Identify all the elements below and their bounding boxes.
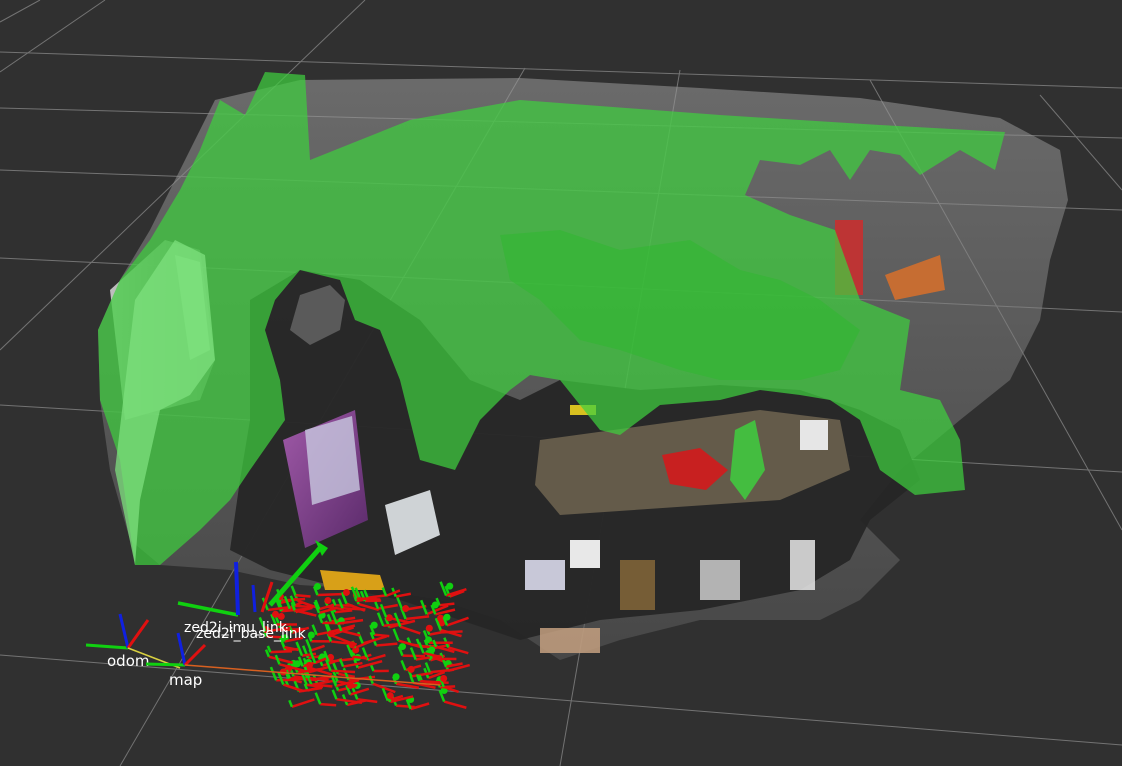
pose-marker	[398, 643, 406, 651]
pose-axis-y	[369, 664, 375, 672]
pose-axis-y	[400, 660, 407, 671]
pose-marker	[443, 613, 451, 621]
pose-axis-y	[337, 598, 344, 609]
pose-axis-x	[330, 669, 356, 674]
pose-marker	[402, 605, 410, 613]
pose-marker	[386, 692, 394, 700]
map-frame-label: map	[169, 671, 202, 689]
pose-marker	[392, 673, 400, 681]
pose-axis-y	[266, 645, 272, 653]
pose-axis-x	[295, 593, 311, 598]
pose-axis-y	[314, 692, 322, 705]
pose-axis-x	[405, 615, 430, 621]
pose-marker	[440, 674, 448, 682]
pose-marker	[327, 630, 335, 638]
pose-axis-x	[375, 642, 398, 647]
pose-axis-y	[392, 628, 400, 642]
pose-axis-x	[410, 671, 433, 678]
pose-axis-x	[310, 644, 325, 652]
pose-axis-x	[301, 652, 317, 657]
pose-marker	[307, 631, 315, 639]
pose-axis-y	[290, 585, 297, 596]
pose-axis-x	[294, 604, 314, 609]
zed-base-frame-label: zed2i_base_link	[196, 626, 307, 642]
pose-axis-y	[274, 654, 281, 665]
pose-axis-y	[331, 689, 338, 700]
pose-marker	[324, 596, 332, 604]
pose-marker	[428, 646, 436, 654]
pose-marker	[425, 624, 433, 632]
pose-axis-y	[374, 601, 380, 610]
pose-axis-x	[429, 668, 454, 674]
pose-axis-x	[270, 650, 293, 654]
pose-axis-y	[326, 613, 332, 622]
pose-axis-x	[356, 597, 381, 601]
pose-axis-y	[288, 699, 294, 708]
pose-axis-x	[374, 633, 390, 638]
pose-axis-y	[409, 647, 417, 661]
pose-axis-x	[443, 700, 467, 709]
odom-frame-label: odom	[107, 652, 150, 670]
pose-marker	[272, 610, 280, 618]
pose-axis-x	[396, 704, 415, 709]
pose-marker	[370, 621, 378, 629]
pose-axis-x	[268, 655, 293, 664]
pose-axis-x	[383, 623, 399, 628]
pose-axis-x	[298, 686, 323, 693]
pose-axis-x	[439, 602, 455, 607]
pose-marker	[314, 582, 322, 590]
pose-axis-x	[399, 625, 421, 635]
pose-axis-y	[376, 612, 385, 627]
pose-axis-x	[317, 592, 342, 597]
pose-marker	[431, 601, 439, 609]
scene-canvas[interactable]: odom map zed2i_imu_link zed2i_base_link	[0, 0, 1122, 766]
pose-marker	[342, 588, 350, 596]
3d-render-viewport[interactable]: odom map zed2i_imu_link zed2i_base_link	[0, 0, 1122, 766]
pose-axis-x	[294, 609, 317, 617]
pose-axis-x	[334, 609, 353, 614]
pose-axis-x	[320, 702, 337, 707]
pose-marker	[446, 582, 454, 590]
pose-axis-x	[354, 638, 375, 649]
pose-axis-y	[269, 666, 278, 681]
pose-marker	[407, 665, 415, 673]
pose-axis-x	[342, 606, 366, 611]
pose-axis-x	[291, 698, 315, 709]
